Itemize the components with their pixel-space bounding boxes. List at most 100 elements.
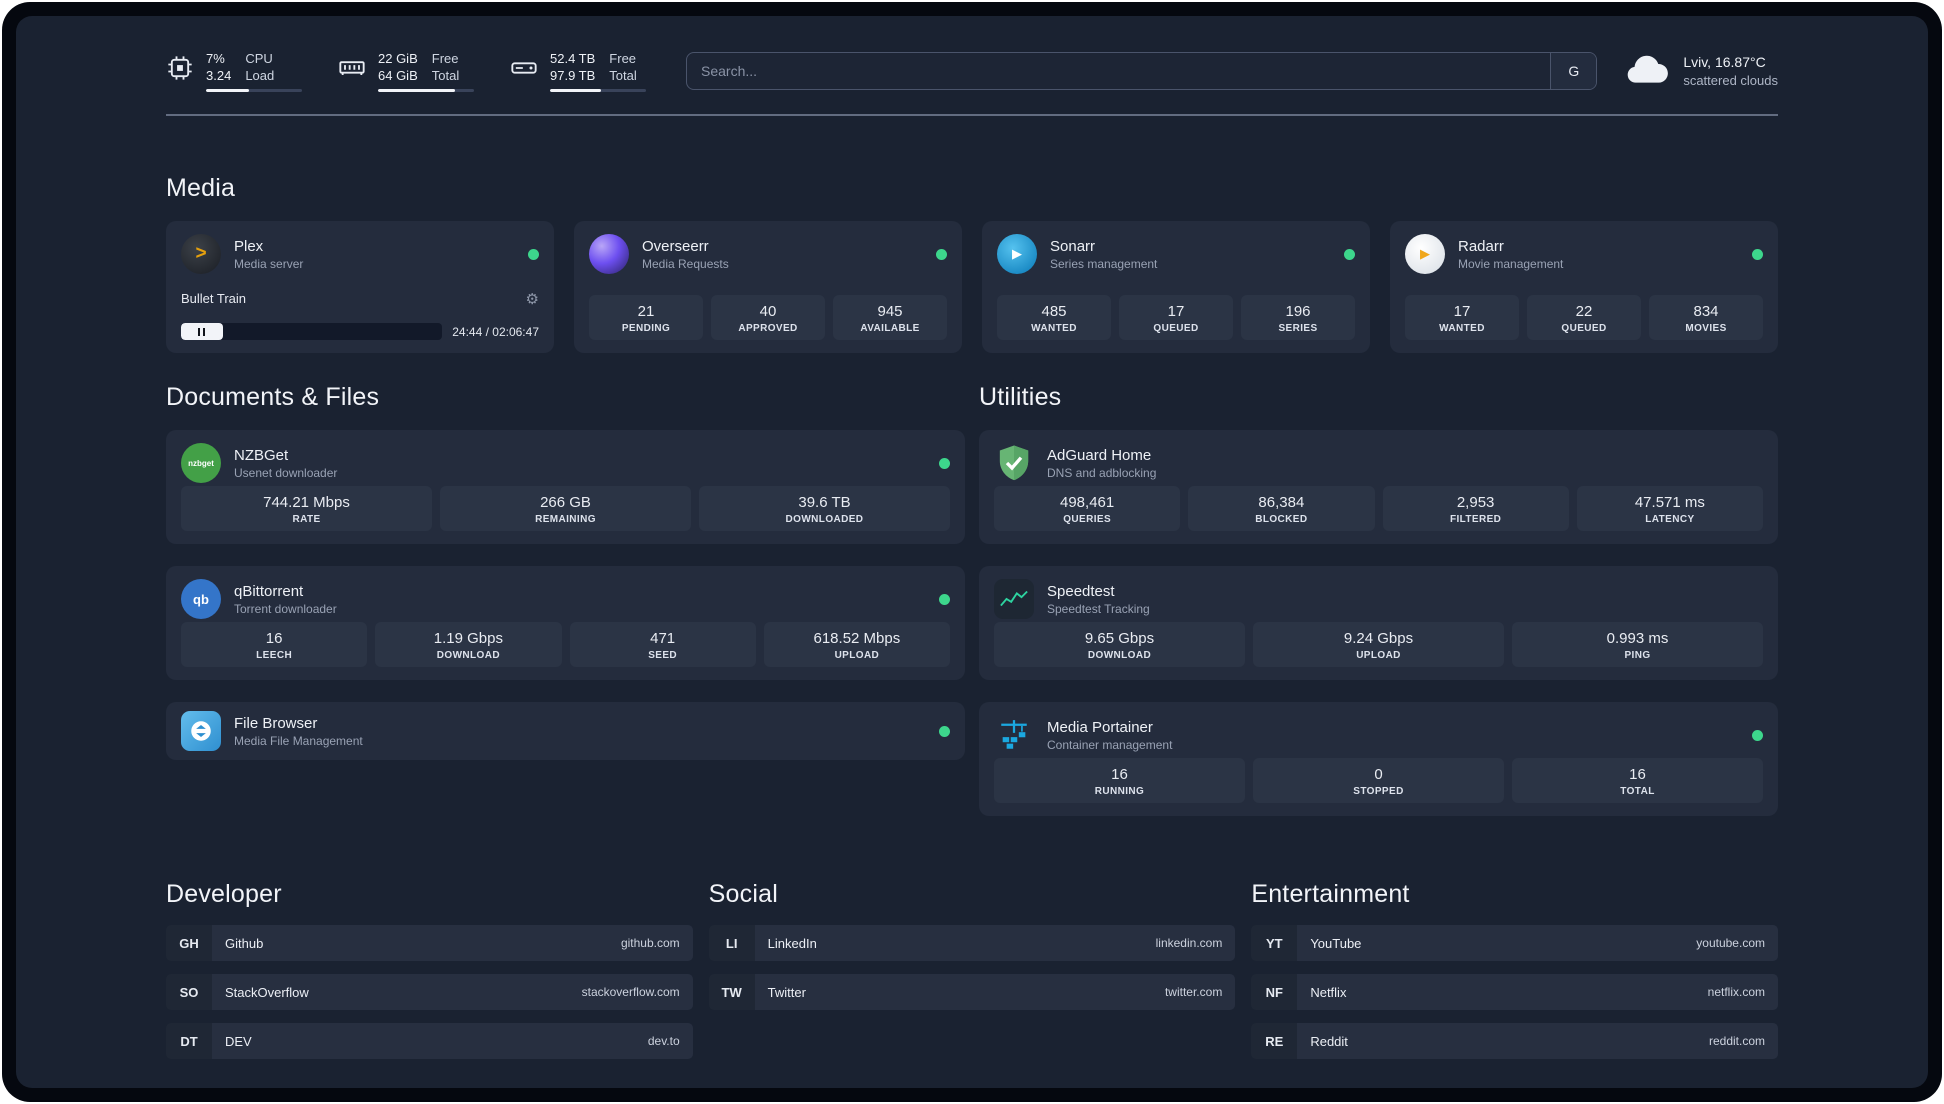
cpu-icon	[166, 54, 194, 82]
now-playing-title: Bullet Train	[181, 291, 247, 306]
service-card-filebrowser[interactable]: File Browser Media File Management	[166, 702, 965, 760]
stat-value: 945	[877, 303, 903, 320]
service-subtitle: Container management	[1047, 737, 1173, 752]
filebrowser-icon	[181, 711, 221, 751]
stat-box: 47.571 ms LATENCY	[1576, 486, 1763, 531]
speedtest-icon	[994, 579, 1034, 619]
service-card-nzbget[interactable]: nzbget NZBGet Usenet downloader 744.21 M…	[166, 430, 965, 544]
service-card-qbittorrent[interactable]: qb qBittorrent Torrent downloader 16 LEE…	[166, 566, 965, 680]
service-card-speedtest[interactable]: Speedtest Speedtest Tracking 9.65 Gbps D…	[979, 566, 1778, 680]
stat-label: RATE	[292, 514, 321, 525]
service-card-radarr[interactable]: ▶ Radarr Movie management 17 WANTED 22 Q…	[1390, 221, 1778, 353]
plex-icon: >	[181, 234, 221, 274]
cloud-icon	[1625, 53, 1671, 90]
stat-label: RUNNING	[1094, 786, 1145, 797]
stat-box: 16 LEECH	[181, 622, 368, 667]
stat-label: QUERIES	[1063, 514, 1112, 525]
bookmark-twitter[interactable]: TW Twitter twitter.com	[708, 974, 1236, 1010]
service-title: NZBGet	[234, 446, 289, 464]
stat-label: WANTED	[1031, 323, 1077, 334]
stat-label: LATENCY	[1645, 514, 1695, 525]
weather-widget: Lviv, 16.87°C scattered clouds	[1625, 53, 1778, 90]
stat-box: 16 TOTAL	[1512, 758, 1763, 803]
stat-value: 2,953	[1456, 494, 1495, 511]
playback-progress-bar[interactable]	[181, 323, 443, 340]
gear-icon[interactable]: ⚙	[526, 290, 539, 308]
ram-icon	[338, 54, 366, 82]
service-title: qBittorrent	[234, 582, 304, 600]
stat-value: 485	[1041, 303, 1067, 320]
playback-progress-fill	[181, 323, 223, 340]
bookmark-reddit[interactable]: RE Reddit reddit.com	[1251, 1023, 1778, 1059]
section-title-media: Media	[166, 174, 236, 202]
stat-box: 86,384 BLOCKED	[1188, 486, 1375, 531]
stat-value: 196	[1285, 303, 1311, 320]
section-title-entertainment: Entertainment	[1251, 880, 1410, 908]
stat-value: 618.52 Mbps	[813, 630, 901, 647]
service-title: Media Portainer	[1047, 718, 1153, 736]
stat-value: 17	[1453, 303, 1471, 320]
service-card-plex[interactable]: > Plex Media server Bullet Train ⚙ 24:44…	[166, 221, 554, 353]
stat-label: TOTAL	[1620, 786, 1655, 797]
ram-progress-bar	[378, 89, 474, 92]
stat-label: LEECH	[256, 650, 293, 661]
system-stats: 7% 3.24 CPU Load 22 GiB 64 GiB Free Tota…	[166, 50, 646, 92]
section-title-documents: Documents & Files	[166, 383, 380, 411]
stat-value: 266 GB	[540, 494, 591, 511]
pause-icon	[198, 327, 201, 336]
status-dot	[1344, 248, 1355, 260]
stat-label: FILTERED	[1449, 514, 1502, 525]
stat-label: PING	[1624, 650, 1651, 661]
service-title: File Browser	[234, 714, 318, 732]
stat-value: 16	[1111, 766, 1128, 783]
overseerr-icon	[589, 234, 629, 274]
bookmark-name: Github	[225, 935, 264, 951]
service-title: Sonarr	[1050, 237, 1096, 255]
bookmark-github[interactable]: GH Github github.com	[166, 925, 693, 961]
stat-label: MOVIES	[1685, 323, 1727, 334]
portainer-icon	[994, 715, 1034, 755]
bookmark-abbr: SO	[166, 974, 212, 1010]
service-subtitle: Media Requests	[642, 256, 729, 271]
disk-free-value: 52.4 TB	[550, 51, 596, 66]
service-card-overseerr[interactable]: Overseerr Media Requests 21 PENDING 40 A…	[574, 221, 962, 353]
stat-value: 498,461	[1060, 494, 1115, 511]
bookmark-abbr: GH	[166, 925, 212, 961]
search-engine-button[interactable]: G	[1550, 53, 1597, 89]
sonarr-icon: ▶	[997, 234, 1037, 274]
bookmark-name: LinkedIn	[767, 935, 817, 951]
bookmark-youtube[interactable]: YT YouTube youtube.com	[1251, 925, 1778, 961]
disk-progress-bar	[550, 89, 646, 92]
cpu-stat: 7% 3.24 CPU Load	[166, 50, 302, 92]
bookmark-stackoverflow[interactable]: SO StackOverflow stackoverflow.com	[166, 974, 693, 1010]
bookmark-netflix[interactable]: NF Netflix netflix.com	[1251, 974, 1778, 1010]
weather-location: Lviv, 16.87°C	[1683, 54, 1766, 70]
service-title: Plex	[234, 237, 264, 255]
media-grid: > Plex Media server Bullet Train ⚙ 24:44…	[166, 221, 1778, 353]
stat-box: 498,461 QUERIES	[994, 486, 1181, 531]
service-card-portainer[interactable]: Media Portainer Container management 16 …	[979, 702, 1778, 816]
bookmark-name: DEV	[225, 1033, 252, 1049]
service-title: Overseerr	[642, 237, 709, 255]
stat-box: 17 WANTED	[1405, 295, 1519, 340]
ram-free-value: 22 GiB	[378, 51, 418, 66]
bookmark-url: github.com	[620, 936, 680, 950]
ram-free-label: Free	[431, 51, 459, 66]
stat-box: 40 APPROVED	[711, 295, 825, 340]
developer-column: Developer GH Github github.com SO StackO…	[166, 880, 693, 1059]
service-card-sonarr[interactable]: ▶ Sonarr Series management 485 WANTED 17…	[982, 221, 1370, 353]
stat-box: 21 PENDING	[589, 295, 703, 340]
stat-box: 266 GB REMAINING	[440, 486, 691, 531]
status-dot	[1752, 729, 1763, 741]
service-card-adguard[interactable]: AdGuard Home DNS and adblocking 498,461 …	[979, 430, 1778, 544]
bookmark-linkedin[interactable]: LI LinkedIn linkedin.com	[708, 925, 1236, 961]
section-title-utilities: Utilities	[979, 383, 1062, 411]
bookmark-abbr: LI	[708, 925, 755, 961]
bookmark-url: stackoverflow.com	[581, 985, 680, 999]
search-input[interactable]	[686, 52, 1598, 90]
service-subtitle: Usenet downloader	[234, 465, 338, 480]
stat-value: 744.21 Mbps	[263, 494, 350, 511]
search-bar: G	[686, 52, 1598, 90]
bookmark-dev[interactable]: DT DEV dev.to	[166, 1023, 693, 1059]
service-subtitle: Series management	[1050, 256, 1158, 271]
